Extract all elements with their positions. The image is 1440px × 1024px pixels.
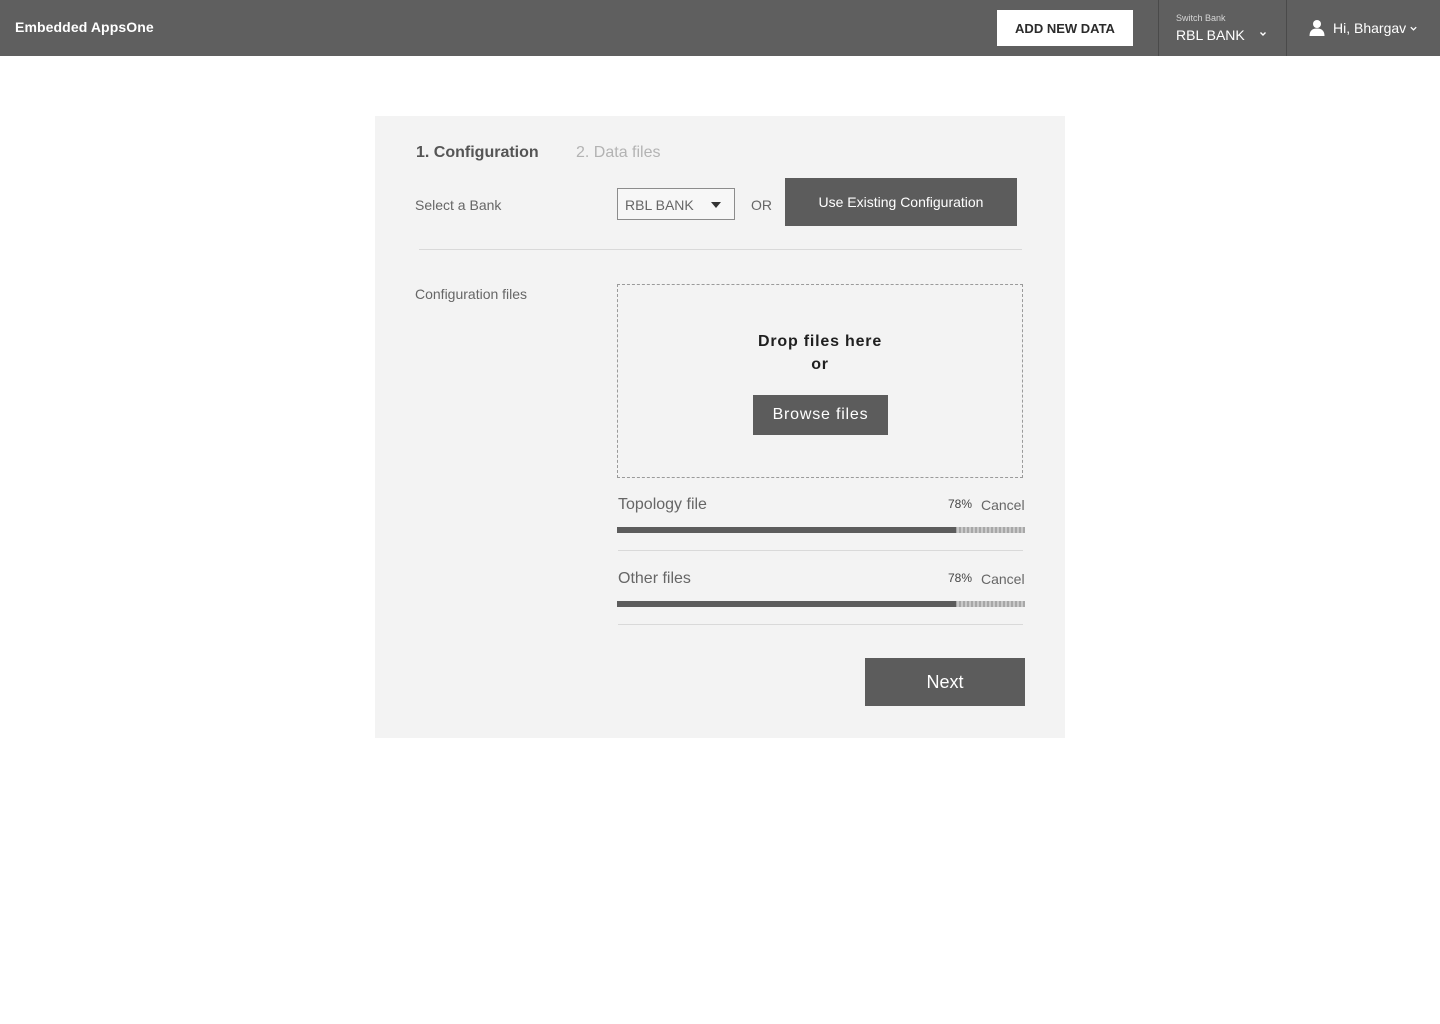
step-data-files[interactable]: 2. Data files [576,144,660,162]
use-existing-configuration-button[interactable]: Use Existing Configuration [785,178,1017,226]
bank-select-value: RBL BANK [625,197,694,213]
chevron-down-icon [1260,32,1266,36]
or-separator: OR [751,197,772,213]
bank-select[interactable]: RBL BANK [617,188,735,220]
add-new-data-button[interactable]: ADD NEW DATA [997,10,1133,46]
switch-bank-dropdown[interactable]: Switch Bank RBL BANK [1159,0,1286,56]
cancel-upload-button[interactable]: Cancel [981,497,1025,513]
caret-down-icon [711,202,721,208]
upload-file-name: Topology file [618,496,707,513]
upload-percent: 78% [948,571,973,585]
user-icon [1309,20,1325,36]
cancel-upload-button[interactable]: Cancel [981,571,1025,587]
row-divider [618,550,1023,551]
upload-progress-bar [617,601,1025,607]
chevron-down-icon [1410,26,1417,31]
user-menu[interactable]: Hi, Bhargav [1287,0,1440,56]
upload-progress-fill [617,601,956,607]
next-button[interactable]: Next [865,658,1025,706]
app-title[interactable]: Embedded AppsOne [15,19,154,35]
browse-files-button[interactable]: Browse files [753,395,888,435]
upload-percent: 78% [948,497,973,511]
section-divider [419,249,1022,250]
select-bank-label: Select a Bank [415,197,502,213]
drop-or-text: or [811,356,829,373]
upload-file-name: Other files [618,570,691,587]
file-dropzone[interactable]: Drop files here or Browse files [617,284,1023,478]
drop-files-title: Drop files here [757,333,883,350]
config-card: 1. Configuration 2. Data files Select a … [375,116,1065,738]
upload-progress-bar [617,527,1025,533]
upload-row-other: Other files 78% Cancel [617,570,1025,644]
step-configuration[interactable]: 1. Configuration [416,144,539,162]
upload-row-topology: Topology file 78% Cancel [617,496,1025,570]
row-divider [618,624,1023,625]
switch-bank-value: RBL BANK [1176,27,1245,43]
switch-bank-label: Switch Bank [1176,13,1226,23]
configuration-files-label: Configuration files [415,286,528,302]
top-bar: Embedded AppsOne ADD NEW DATA Switch Ban… [0,0,1440,56]
upload-progress-fill [617,527,956,533]
user-greeting: Hi, Bhargav [1333,20,1407,36]
